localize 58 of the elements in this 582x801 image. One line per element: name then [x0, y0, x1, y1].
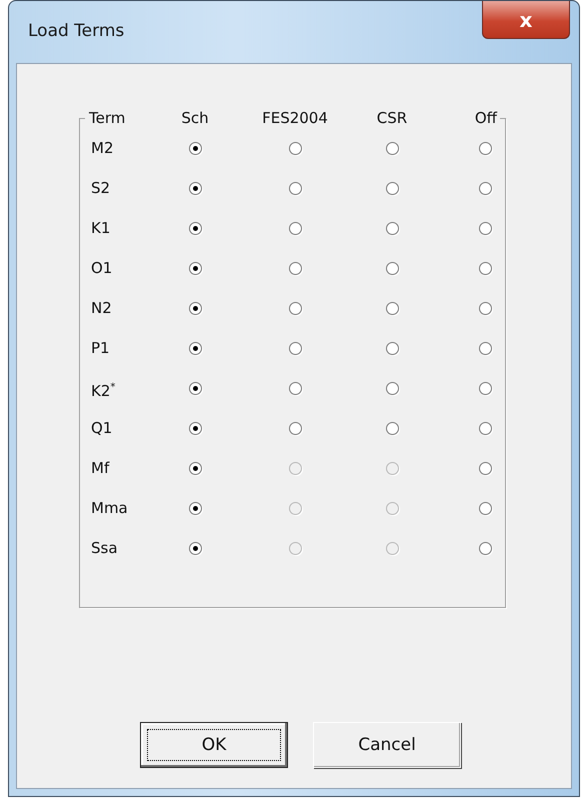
- term-label: M2: [90, 138, 114, 159]
- term-label: P1: [90, 338, 111, 359]
- radio-button[interactable]: [478, 142, 492, 154]
- column-header: Term: [89, 108, 126, 128]
- radio-button[interactable]: [478, 382, 492, 394]
- radio-button[interactable]: [288, 142, 302, 154]
- radio-button[interactable]: [288, 422, 302, 434]
- radio-button[interactable]: [478, 302, 492, 314]
- close-button[interactable]: x: [482, 1, 570, 39]
- term-label: Q1: [90, 418, 114, 439]
- radio-button[interactable]: [188, 222, 202, 234]
- radio-button[interactable]: [288, 342, 302, 354]
- radio-button[interactable]: [386, 222, 398, 234]
- term-label: Ssa: [90, 538, 119, 559]
- radio-button[interactable]: [478, 502, 492, 514]
- radio-button[interactable]: [188, 142, 202, 154]
- radio-button[interactable]: [386, 382, 398, 394]
- radio-button[interactable]: [288, 382, 302, 394]
- radio-button[interactable]: [188, 302, 202, 314]
- radio-button[interactable]: [188, 262, 202, 274]
- radio-button[interactable]: [188, 462, 202, 474]
- term-label: S2: [90, 178, 112, 199]
- radio-button[interactable]: [478, 222, 492, 234]
- radio-button[interactable]: [478, 422, 492, 434]
- radio-button[interactable]: [188, 422, 202, 434]
- term-label: N2: [90, 298, 113, 319]
- radio-button[interactable]: [386, 342, 398, 354]
- radio-button[interactable]: [188, 182, 202, 194]
- column-header: CSR: [376, 108, 408, 128]
- radio-button[interactable]: [386, 422, 398, 434]
- radio-button[interactable]: [478, 342, 492, 354]
- radio-button[interactable]: [288, 302, 302, 314]
- radio-button[interactable]: [386, 142, 398, 154]
- radio-button[interactable]: [386, 262, 398, 274]
- ok-button[interactable]: OK: [140, 722, 288, 768]
- radio-button[interactable]: [478, 542, 492, 554]
- radio-button[interactable]: [188, 542, 202, 554]
- term-label: O1: [90, 258, 114, 279]
- term-label: Mf: [90, 458, 110, 479]
- radio-button[interactable]: [288, 182, 302, 194]
- radio-button[interactable]: [478, 182, 492, 194]
- radio-button[interactable]: [188, 382, 202, 394]
- radio-button[interactable]: [478, 262, 492, 274]
- term-label: K2$^{*}$: [90, 381, 116, 402]
- column-header: Sch: [181, 108, 209, 128]
- term-label: K1: [90, 218, 112, 239]
- window-title: Load Terms: [28, 21, 124, 41]
- term-label: Mma: [90, 498, 129, 519]
- radio-button[interactable]: [188, 502, 202, 514]
- radio-button[interactable]: [478, 462, 492, 474]
- radio-button[interactable]: [288, 222, 302, 234]
- radio-button[interactable]: [288, 262, 302, 274]
- radio-button[interactable]: [188, 342, 202, 354]
- column-header: Off: [474, 108, 498, 128]
- radio-button[interactable]: [386, 302, 398, 314]
- column-header: FES2004: [262, 108, 328, 128]
- radio-button[interactable]: [386, 182, 398, 194]
- cancel-button[interactable]: Cancel: [313, 722, 461, 768]
